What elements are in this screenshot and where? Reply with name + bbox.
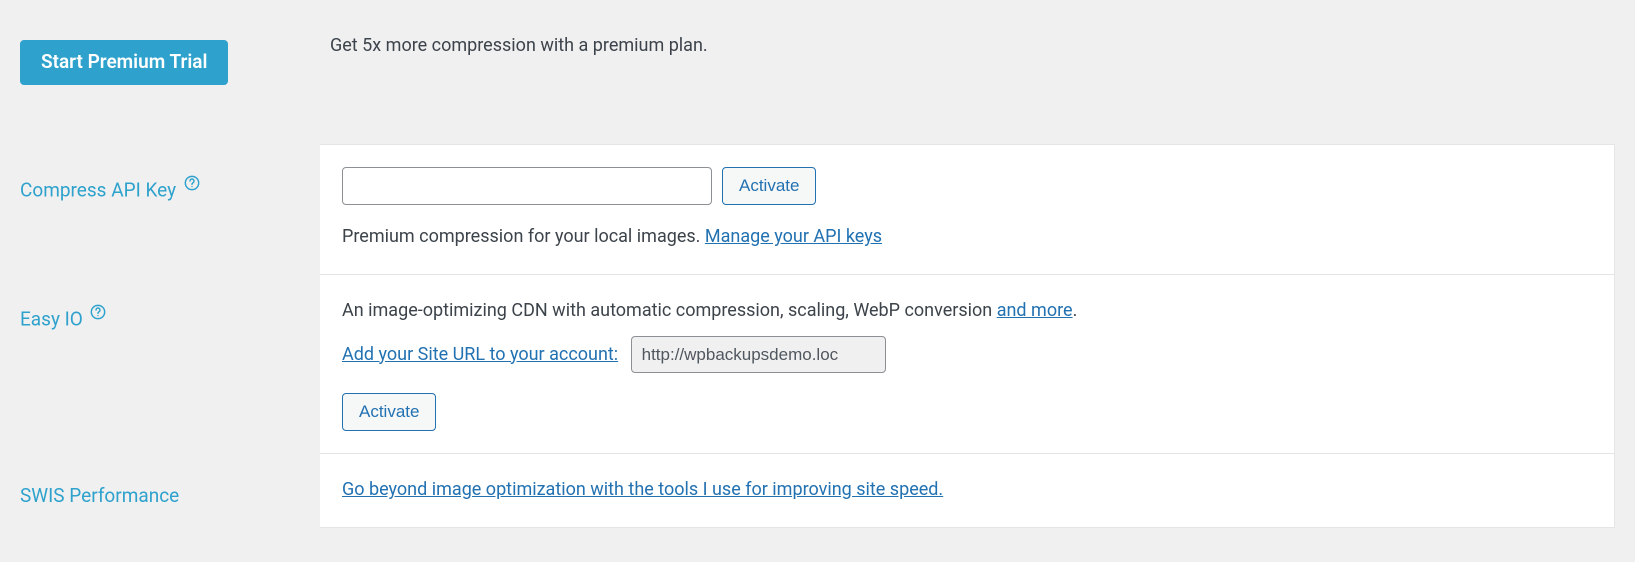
swis-performance-row: SWIS Performance Go beyond image optimiz…	[20, 454, 1615, 528]
swis-performance-link[interactable]: Go beyond image optimization with the to…	[342, 479, 943, 500]
easy-io-activate-button[interactable]: Activate	[342, 393, 436, 431]
easy-io-row: Easy IO An image-optimizing CDN with aut…	[20, 274, 1615, 453]
easy-io-and-more-link[interactable]: and more	[997, 300, 1073, 321]
compress-api-description: Premium compression for your local image…	[342, 226, 705, 247]
compress-api-key-row: Compress API Key Activate Premium compre…	[20, 145, 1615, 275]
start-premium-trial-button[interactable]: Start Premium Trial	[20, 40, 228, 85]
easy-io-description-suffix: .	[1073, 300, 1078, 321]
easy-io-description-prefix: An image-optimizing CDN with automatic c…	[342, 300, 997, 321]
help-icon[interactable]	[184, 175, 200, 191]
premium-trial-row: Start Premium Trial Get 5x more compress…	[20, 20, 1615, 105]
add-site-url-link[interactable]: Add your Site URL to your account:	[342, 344, 618, 365]
manage-api-keys-link[interactable]: Manage your API keys	[705, 226, 882, 247]
swis-performance-label[interactable]: SWIS Performance	[20, 484, 179, 507]
compress-api-activate-button[interactable]: Activate	[722, 167, 816, 205]
compress-api-key-label[interactable]: Compress API Key	[20, 178, 176, 201]
help-icon[interactable]	[90, 304, 106, 320]
premium-trial-description: Get 5x more compression with a premium p…	[330, 35, 708, 56]
compress-api-key-input[interactable]	[342, 167, 712, 205]
easy-io-label[interactable]: Easy IO	[20, 308, 83, 331]
site-url-input	[631, 336, 886, 374]
